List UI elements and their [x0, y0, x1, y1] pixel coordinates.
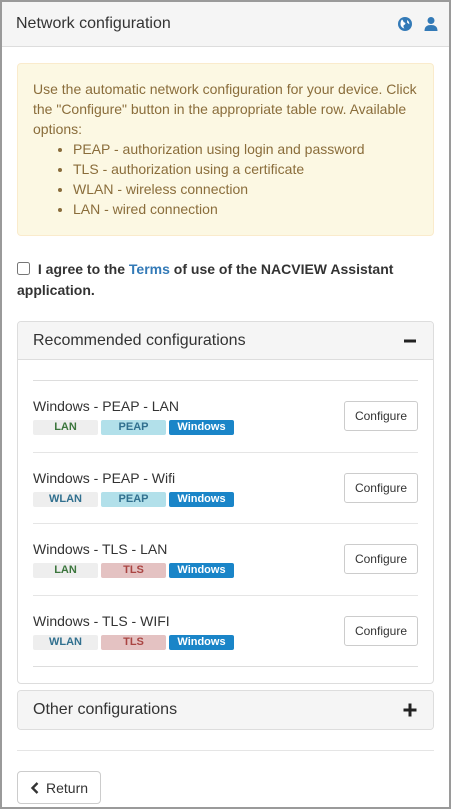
return-label: Return	[46, 779, 89, 796]
config-name: Windows - PEAP - Wifi	[33, 469, 176, 486]
config-info: Windows - TLS - WIFI WLAN TLS Windows	[33, 612, 234, 650]
info-alert: Use the automatic network configuration …	[17, 63, 434, 236]
config-tags: LAN PEAP Windows	[33, 420, 234, 436]
config-list: Windows - PEAP - LAN LAN PEAP Windows Co…	[33, 380, 418, 667]
config-name: Windows - TLS - WIFI	[33, 612, 170, 629]
recommended-panel: Recommended configurations Windows - PEA…	[17, 321, 434, 684]
terms-agreement: I agree to the Terms of use of the NACVI…	[17, 259, 434, 301]
agree-text-before: I agree to the	[37, 261, 126, 277]
recommended-title: Recommended configurations	[33, 331, 246, 349]
minus-icon[interactable]	[403, 334, 417, 348]
tag-peap: PEAP	[101, 420, 166, 436]
tag-windows: Windows	[169, 420, 234, 436]
tag-tls: TLS	[101, 563, 166, 579]
configure-button[interactable]: Configure	[343, 615, 418, 646]
option-lan: LAN - wired connection	[73, 199, 419, 219]
config-info: Windows - PEAP - Wifi WLAN PEAP Windows	[33, 469, 234, 507]
header-bar: Network configuration	[2, 2, 449, 47]
config-name: Windows - PEAP - LAN	[33, 398, 180, 415]
option-tls: TLS - authorization using a certificate	[73, 159, 419, 179]
config-info: Windows - PEAP - LAN LAN PEAP Windows	[33, 397, 234, 436]
tag-windows: Windows	[169, 491, 234, 507]
recommended-body: Windows - PEAP - LAN LAN PEAP Windows Co…	[18, 360, 433, 683]
configure-button[interactable]: Configure	[343, 401, 418, 432]
return-button[interactable]: Return	[17, 771, 102, 804]
option-wlan: WLAN - wireless connection	[73, 179, 419, 199]
config-tags: WLAN TLS Windows	[33, 634, 234, 650]
other-panel: Other configurations	[17, 690, 434, 730]
tag-wlan: WLAN	[33, 491, 98, 507]
config-tags: WLAN PEAP Windows	[33, 491, 234, 507]
terms-link[interactable]: Terms	[129, 261, 170, 277]
header-icons	[397, 16, 439, 32]
footer-divider	[17, 750, 434, 751]
chevron-left-icon	[30, 781, 40, 794]
config-tags: LAN TLS Windows	[33, 563, 234, 579]
tag-wlan: WLAN	[33, 634, 98, 650]
tag-windows: Windows	[169, 634, 234, 650]
configure-button[interactable]: Configure	[343, 544, 418, 575]
other-heading[interactable]: Other configurations	[18, 691, 433, 729]
other-title: Other configurations	[33, 701, 178, 718]
config-name: Windows - TLS - LAN	[33, 541, 168, 558]
terms-checkbox[interactable]	[17, 262, 30, 275]
tag-windows: Windows	[169, 563, 234, 579]
user-icon[interactable]	[423, 16, 439, 32]
globe-icon[interactable]	[397, 16, 413, 32]
app-window: Network configuration Use the automatic …	[0, 0, 451, 809]
list-item: Windows - TLS - LAN LAN TLS Windows Conf…	[33, 524, 418, 596]
tag-peap: PEAP	[101, 491, 166, 507]
page-title: Network configuration	[16, 15, 171, 32]
main-content: Use the automatic network configuration …	[2, 63, 449, 804]
option-peap: PEAP - authorization using login and pas…	[73, 139, 419, 159]
tag-tls: TLS	[101, 634, 166, 650]
alert-intro: Use the automatic network configuration …	[33, 81, 417, 137]
list-item: Windows - PEAP - LAN LAN PEAP Windows Co…	[33, 381, 418, 453]
list-item: Windows - TLS - WIFI WLAN TLS Windows Co…	[33, 596, 418, 667]
tag-lan: LAN	[33, 563, 98, 579]
configure-button[interactable]: Configure	[343, 472, 418, 503]
config-info: Windows - TLS - LAN LAN TLS Windows	[33, 540, 234, 579]
plus-icon[interactable]	[403, 703, 417, 717]
list-item: Windows - PEAP - Wifi WLAN PEAP Windows …	[33, 453, 418, 524]
recommended-heading[interactable]: Recommended configurations	[18, 322, 433, 360]
options-list: PEAP - authorization using login and pas…	[73, 139, 419, 219]
tag-lan: LAN	[33, 420, 98, 436]
